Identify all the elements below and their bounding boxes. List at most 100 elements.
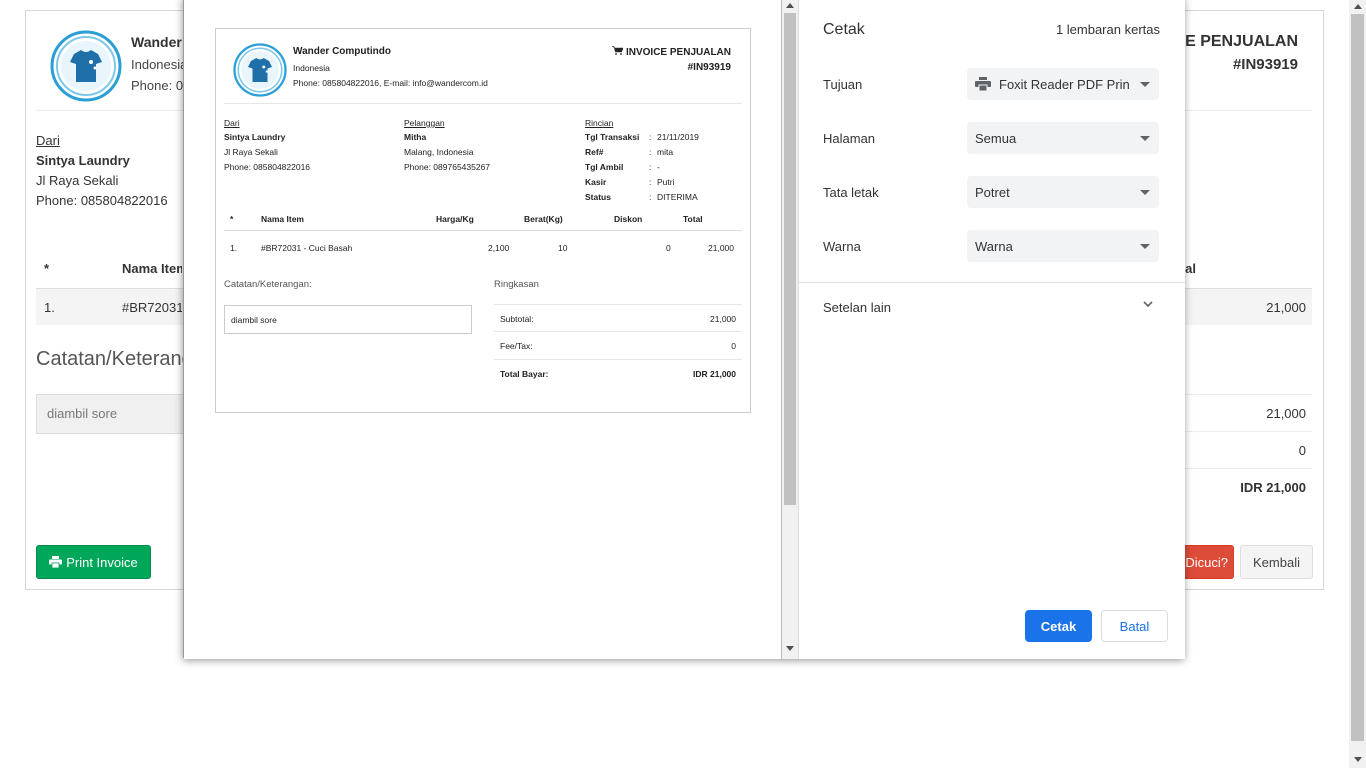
table-header-name: Nama Item <box>122 261 182 276</box>
print-settings-panel: Cetak 1 lembaran kertas Tujuan Foxit Rea… <box>799 0 1185 659</box>
cancel-button[interactable]: Batal <box>1101 610 1168 642</box>
scroll-down-icon[interactable] <box>786 646 794 651</box>
chevron-down-icon[interactable] <box>1141 297 1155 311</box>
grand-total-value: IDR 21,000 <box>1240 480 1306 495</box>
dropdown-arrow-icon <box>1140 244 1150 249</box>
scrollbar-thumb[interactable] <box>784 13 796 505</box>
company-phone: Phone: 08 <box>131 78 183 93</box>
detail-colon: : <box>649 192 652 202</box>
invoice-number: #IN93919 <box>1232 56 1298 73</box>
fee-value: 0 <box>1298 443 1306 458</box>
scrollbar-thumb[interactable] <box>1351 14 1364 741</box>
dropdown-arrow-icon <box>1140 136 1150 141</box>
destination-label: Tujuan <box>823 77 863 92</box>
preview-invoice-number: #IN93919 <box>687 62 731 73</box>
table-header-no: * <box>44 261 50 276</box>
preview-th-discount: Diskon <box>614 214 643 224</box>
tshirt-logo-icon <box>50 30 122 102</box>
preview-customer-name: Mitha <box>404 132 427 142</box>
detail-value: mita <box>657 147 674 157</box>
preview-th-price: Harga/Kg <box>436 214 474 224</box>
pages-select[interactable]: Semua <box>967 122 1159 154</box>
back-button[interactable]: Kembali <box>1240 545 1313 579</box>
summary-value: 21,000 <box>710 314 736 324</box>
from-label: Dari <box>36 133 60 148</box>
print-dialog-title: Cetak <box>823 21 865 38</box>
preview-row-name: #BR72031 - Cuci Basah <box>261 243 353 253</box>
scroll-down-icon[interactable] <box>1354 757 1362 762</box>
preview-from-phone: Phone: 085804822016 <box>224 162 311 172</box>
preview-details-label: Rincian <box>585 118 614 128</box>
preview-paper: Wander Computindo Indonesia Phone: 08580… <box>215 28 751 413</box>
page-scrollbar[interactable] <box>1349 0 1366 768</box>
preview-from-address: Jl Raya Sekali <box>224 147 278 157</box>
preview-customer-phone: Phone: 089765435267 <box>404 162 491 172</box>
scroll-up-icon[interactable] <box>1354 4 1362 9</box>
preview-row-price: 2,100 <box>488 243 510 253</box>
pages-value: Semua <box>975 130 1017 146</box>
washed-button[interactable]: Dicuci? <box>1184 545 1234 579</box>
scroll-up-icon[interactable] <box>786 3 794 8</box>
dropdown-arrow-icon <box>1140 190 1150 195</box>
preview-scrollbar[interactable] <box>782 0 799 659</box>
notes-title: Catatan/Keterangan: <box>36 348 184 370</box>
summary-divider <box>494 331 742 332</box>
print-invoice-label: Print Invoice <box>66 554 138 570</box>
destination-select[interactable]: Foxit Reader PDF Printer <box>967 68 1159 100</box>
preview-table-divider <box>224 230 742 231</box>
color-value: Warna <box>975 238 1013 254</box>
detail-colon: : <box>649 132 652 142</box>
summary-key: Subtotal: <box>500 314 534 324</box>
company-country: Indonesia <box>131 57 188 72</box>
printer-icon <box>975 77 991 91</box>
detail-value: 21/11/2019 <box>657 132 699 142</box>
preview-customer-address: Malang, Indonesia <box>404 147 474 157</box>
preview-th-name: Nama Item <box>261 214 304 224</box>
preview-row-weight: 10 <box>558 243 568 253</box>
summary-divider <box>494 304 742 305</box>
detail-value: - <box>657 162 660 172</box>
preview-row-discount: 0 <box>666 243 671 253</box>
preview-contact: Phone: 085804822016, E-mail: info@wander… <box>293 78 488 88</box>
summary-key: Total Bayar: <box>500 369 549 379</box>
layout-select[interactable]: Potret <box>967 176 1159 208</box>
detail-colon: : <box>649 177 652 187</box>
print-button[interactable]: Cetak <box>1025 610 1092 642</box>
preview-company-name: Wander Computindo <box>293 46 391 57</box>
preview-divider <box>224 103 742 104</box>
preview-th-no: * <box>230 214 234 224</box>
print-invoice-button[interactable]: Print Invoice <box>36 545 151 579</box>
detail-value: Putri <box>657 177 675 187</box>
pages-label: Halaman <box>823 131 876 146</box>
color-select[interactable]: Warna <box>967 230 1159 262</box>
preview-summary-label: Ringkasan <box>494 279 539 290</box>
preview-invoice-title-text: INVOICE PENJUALAN <box>625 47 731 58</box>
detail-key: Tgl Transaksi <box>585 132 640 142</box>
layout-label: Tata letak <box>823 185 879 200</box>
subtotal-value: 21,000 <box>1266 406 1306 421</box>
back-label: Kembali <box>1253 554 1300 570</box>
detail-key: Tgl Ambil <box>585 162 624 172</box>
notes-field[interactable]: diambil sore <box>36 394 184 434</box>
summary-divider <box>1184 468 1312 469</box>
color-label: Warna <box>823 239 861 254</box>
invoice-title: ICE PENJUALAN <box>1169 33 1298 50</box>
dropdown-arrow-icon <box>1140 82 1150 87</box>
summary-key: Fee/Tax: <box>500 341 533 351</box>
preview-th-total: Total <box>683 214 703 224</box>
tshirt-logo-icon <box>233 43 287 97</box>
layout-value: Potret <box>975 184 1010 200</box>
preview-customer-label: Pelanggan <box>404 118 445 128</box>
preview-th-weight: Berat(Kg) <box>524 214 563 224</box>
row-total: 21,000 <box>1266 300 1306 315</box>
preview-from-label: Dari <box>224 118 240 128</box>
summary-value: 0 <box>731 341 736 351</box>
cart-icon <box>612 46 624 55</box>
more-settings-toggle[interactable]: Setelan lain <box>823 300 891 315</box>
from-name: Sintya Laundry <box>36 153 130 168</box>
summary-divider <box>1184 431 1312 432</box>
preview-invoice-title: INVOICE PENJUALAN <box>612 46 731 58</box>
from-phone: Phone: 085804822016 <box>36 193 168 208</box>
settings-divider <box>799 282 1185 283</box>
detail-key: Ref# <box>585 147 604 157</box>
